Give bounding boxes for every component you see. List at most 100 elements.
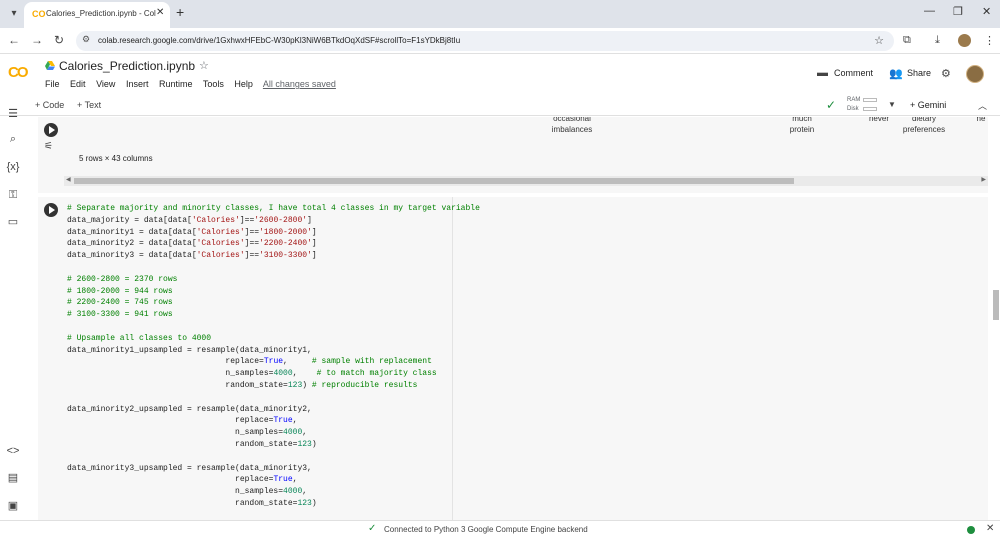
browser-tab[interactable]: CO Calories_Prediction.ipynb - Cola ✕ [24, 2, 170, 28]
code-token: , [292, 369, 317, 379]
code-token: # 2200-2400 = 745 rows [67, 298, 173, 308]
folder-icon[interactable]: ▭ [6, 215, 20, 228]
chevron-up-icon[interactable]: ︿ [978, 99, 987, 112]
code-token: , [283, 357, 312, 367]
code-snippets-icon[interactable]: <> [6, 445, 20, 457]
command-palette-icon[interactable]: ▤ [6, 471, 20, 484]
forward-icon[interactable]: → [31, 33, 43, 47]
code-token: data_minority2 = data[data[ [67, 239, 197, 249]
code-token: data_minority1 = data[data[ [67, 227, 197, 237]
kebab-menu-icon[interactable]: ⋮ [984, 34, 995, 47]
notebook-title[interactable]: Calories_Prediction.ipynb [59, 59, 195, 73]
toc-icon[interactable]: ☰ [6, 107, 20, 120]
menu-runtime[interactable]: Runtime [159, 79, 193, 89]
column-header: never [864, 117, 894, 124]
share-button[interactable]: Share [907, 68, 931, 78]
url-field[interactable]: ⚙ colab.research.google.com/drive/1Gxhwx… [76, 31, 894, 51]
bookmark-star-icon[interactable]: ☆ [874, 34, 884, 47]
scroll-right-icon[interactable]: ▶ [981, 176, 986, 183]
menu-edit[interactable]: Edit [70, 79, 86, 89]
chevron-down-icon[interactable]: ▼ [888, 100, 896, 109]
column-header-text: dietary preferences [902, 117, 946, 134]
menu-help[interactable]: Help [234, 79, 253, 89]
variables-icon[interactable]: {x} [6, 161, 20, 173]
code-line: random_state=123) [67, 498, 480, 510]
menu-tools[interactable]: Tools [203, 79, 224, 89]
vertical-scrollbar-thumb[interactable] [993, 290, 999, 320]
code-token: 'Calories' [191, 215, 240, 225]
code-line: # 1800-2000 = 944 rows [67, 286, 480, 298]
run-icon[interactable] [44, 123, 58, 137]
code-token: # Upsample all classes to 4000 [67, 333, 212, 343]
code-token: 123 [297, 498, 312, 508]
restore-icon[interactable]: ❐ [953, 5, 963, 18]
comment-icon[interactable]: ▬ [817, 67, 828, 79]
drive-icon[interactable] [45, 61, 55, 70]
extensions-icon[interactable]: ⧉ [903, 34, 911, 47]
notebook-area: ⚟ occasional imbalances much protein nev… [26, 117, 1000, 520]
code-cell[interactable]: # Separate majority and minority classes… [38, 197, 988, 520]
profile-icon[interactable] [958, 34, 971, 47]
code-token: 4000 [273, 369, 293, 379]
code-token: ) [311, 439, 317, 449]
rows-note: 5 rows × 43 columns [79, 154, 153, 163]
settings-gear-icon[interactable]: ⚙ [941, 67, 951, 80]
new-tab-icon[interactable]: + [176, 4, 184, 20]
reload-icon[interactable]: ↻ [54, 33, 64, 47]
minimize-icon[interactable]: — [924, 5, 935, 17]
scrollbar-thumb[interactable] [74, 178, 794, 184]
runtime-resources[interactable]: RAM Disk [847, 96, 860, 114]
scroll-left-icon[interactable]: ◀ [66, 176, 71, 183]
code-line: data_majority = data[data['Calories']=='… [67, 215, 480, 227]
code-token: 4000 [283, 487, 303, 497]
code-token: replace= [67, 475, 274, 485]
saved-status[interactable]: All changes saved [263, 79, 336, 89]
code-line: # 3100-3300 = 941 rows [67, 309, 480, 321]
back-icon[interactable]: ← [8, 33, 20, 47]
code-token: data_minority2_upsampled = resample(data… [67, 404, 312, 414]
colab-logo[interactable]: CO [8, 64, 28, 81]
terminal-icon[interactable]: ▣ [6, 499, 20, 512]
menu-file[interactable]: File [45, 79, 60, 89]
download-icon[interactable]: ⤓ [935, 34, 940, 47]
comment-button[interactable]: Comment [834, 68, 873, 78]
code-token: ]== [244, 239, 260, 249]
gemini-button[interactable]: + Gemini [910, 100, 946, 110]
code-editor[interactable]: # Separate majority and minority classes… [67, 203, 480, 510]
disk-label: Disk [847, 106, 859, 112]
code-token: random_state= [67, 498, 298, 508]
code-line: # 2600-2800 = 2370 rows [67, 274, 480, 286]
menu-view[interactable]: View [96, 79, 115, 89]
code-token: n_samples= [67, 487, 284, 497]
add-code-button[interactable]: + Code [35, 100, 64, 110]
menu-bar: File Edit View Insert Runtime Tools Help… [45, 79, 344, 89]
code-line: n_samples=4000, # to match majority clas… [67, 368, 480, 380]
code-line: random_state=123) [67, 439, 480, 451]
menu-insert[interactable]: Insert [126, 79, 149, 89]
share-icon[interactable]: 👥 [889, 67, 903, 80]
tab-list-icon[interactable]: ▾ [6, 6, 22, 22]
key-icon[interactable]: ⚿ [6, 189, 20, 202]
search-icon[interactable]: ⌕ [6, 133, 20, 146]
output-options-icon[interactable]: ⚟ [44, 141, 53, 152]
run-icon[interactable] [44, 203, 58, 217]
code-token: # 3100-3300 = 941 rows [67, 310, 173, 320]
avatar[interactable] [966, 65, 984, 83]
site-info-icon[interactable]: ⚙ [82, 34, 90, 45]
column-header: dietary preferences [896, 117, 952, 135]
code-token: 'Calories' [196, 239, 245, 249]
close-icon[interactable]: ✕ [986, 523, 994, 534]
code-token: '2600-2800' [254, 215, 308, 225]
add-text-button[interactable]: + Text [77, 100, 101, 110]
star-icon[interactable]: ☆ [199, 59, 209, 72]
close-window-icon[interactable]: ✕ [982, 5, 991, 18]
column-header: ne [974, 117, 988, 124]
code-token: # reproducible results [311, 380, 418, 390]
tab-title: Calories_Prediction.ipynb - Cola [46, 9, 156, 18]
code-token: n_samples= [67, 369, 274, 379]
horizontal-scrollbar[interactable]: ◀ ▶ [64, 176, 988, 186]
code-token: '1800-2000' [259, 227, 312, 237]
close-icon[interactable]: ✕ [156, 7, 164, 18]
